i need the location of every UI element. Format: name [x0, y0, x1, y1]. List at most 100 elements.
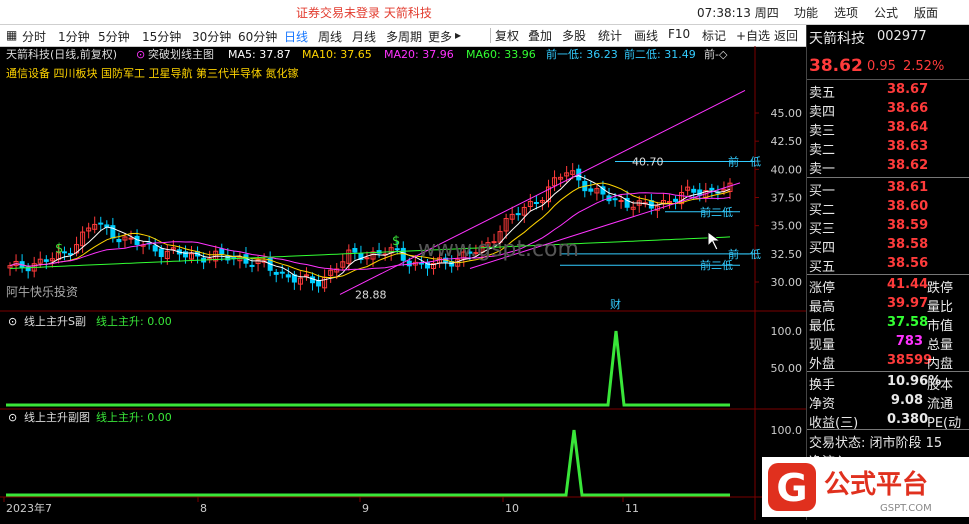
candle-body — [158, 248, 164, 258]
period-tab[interactable]: 1分钟 — [58, 28, 90, 45]
menu-bar: 功能 选项 公式 版面 — [786, 4, 946, 21]
more-arrow-icon[interactable]: ▸ — [455, 28, 461, 42]
candle-body — [316, 280, 322, 287]
multi-stock-button[interactable]: 多股 — [562, 27, 586, 44]
divider — [807, 177, 969, 178]
sub2-tick: 100.0 — [771, 424, 803, 437]
price-tick: 42.50 — [771, 135, 803, 148]
period-tab[interactable]: 月线 — [352, 28, 376, 45]
adjust-button[interactable]: 复权 — [495, 27, 519, 44]
candle-body — [279, 271, 285, 274]
sub2-title: 线上主升副图 — [24, 410, 90, 424]
ask-row-label: 卖二 — [809, 143, 836, 158]
price-tick: 35.00 — [771, 220, 803, 233]
stat-row-value: 41.44 — [887, 277, 929, 292]
candle-body — [418, 262, 424, 265]
candle-body — [128, 237, 134, 240]
period-tab[interactable]: 60分钟 — [238, 28, 277, 45]
ask-row-label: 卖一 — [809, 162, 836, 177]
quote-panel: 天箭科技 002977 38.62 0.95 2.52% 卖五 38.67 卖四 38… — [806, 25, 969, 520]
stats-button[interactable]: 统计 — [598, 27, 622, 44]
bid-row-label: 买五 — [809, 260, 836, 275]
stock-code: 002977 — [877, 29, 927, 44]
legend-more: 前-◇ — [704, 47, 728, 61]
bid-row-label: 买四 — [809, 241, 836, 256]
alert-text[interactable]: 证券交易未登录 — [296, 6, 380, 20]
sub2-value: 线上主升: 0.00 — [96, 410, 172, 424]
stat-row-extra: 内盘 — [927, 357, 954, 372]
price-tick: 45.00 — [771, 107, 803, 120]
stat2-row-extra: 流通 — [927, 397, 954, 412]
add-watchlist-button[interactable]: +自选 — [736, 27, 770, 44]
divider — [807, 371, 969, 372]
last-price: 38.62 — [809, 56, 863, 76]
x-axis-label: 10 — [505, 502, 519, 515]
candle-body — [152, 245, 158, 252]
stat-row-label: 涨停 — [809, 281, 836, 296]
stock-name: 天箭科技 — [809, 31, 865, 47]
candle-body — [515, 213, 521, 216]
menu-formula[interactable]: 公式 — [866, 4, 906, 21]
bid-row-value: 38.60 — [887, 199, 929, 214]
sub1-title: 线上主升S副 — [24, 314, 86, 328]
candle-body — [533, 202, 539, 205]
legend-ma60: MA60: 33.96 — [466, 48, 536, 61]
divider — [490, 28, 491, 43]
f10-button[interactable]: F10 — [668, 27, 690, 41]
sub2-line — [6, 429, 730, 497]
period-tab[interactable]: 5分钟 — [98, 28, 130, 45]
brand-sub: GSPT.COM — [880, 503, 932, 514]
stat-row-label: 外盘 — [809, 357, 836, 372]
chart-area[interactable]: 45.00 42.50 40.00 37.50 35.00 32.50 30.00 天箭科技(… — [0, 46, 806, 520]
price-tick: 40.00 — [771, 163, 803, 176]
kline-chart[interactable]: 45.00 42.50 40.00 37.50 35.00 32.50 30.00 天箭科技(… — [0, 46, 806, 520]
back-button[interactable]: 返回 — [774, 27, 798, 44]
signal-marker: $ — [392, 234, 400, 249]
candle-body — [285, 274, 291, 278]
price-change-pct: 2.52% — [903, 59, 945, 74]
candle-body — [352, 248, 358, 253]
bid-row-label: 买三 — [809, 222, 836, 237]
grid-icon[interactable]: ▦ — [6, 28, 17, 42]
candle-body — [364, 257, 370, 260]
top-bar: 证券交易未登录 天箭科技 07:38:13 周四 功能 选项 公式 版面 — [0, 0, 969, 25]
period-tab[interactable]: 30分钟 — [192, 28, 231, 45]
divider — [807, 429, 969, 430]
mark-button[interactable]: 标记 — [702, 27, 726, 44]
stat2-row-extra: 股本 — [927, 378, 954, 393]
stat-row-extra: 总量 — [927, 338, 954, 353]
period-tab[interactable]: 更多 — [428, 28, 452, 45]
cursor-icon — [707, 231, 722, 251]
period-tab-selected[interactable]: 日线 — [284, 28, 308, 45]
level-label: 前二低 — [700, 205, 733, 219]
x-axis-label: 9 — [362, 502, 369, 515]
stat-row-value: 39.97 — [887, 296, 929, 311]
bid-row-value: 38.58 — [887, 237, 929, 252]
ask-row-label: 卖四 — [809, 105, 836, 120]
menu-function[interactable]: 功能 — [786, 4, 826, 21]
period-tab[interactable]: 周线 — [318, 28, 342, 45]
legend-stock: 天箭科技(日线,前复权) — [6, 47, 117, 61]
menu-options[interactable]: 选项 — [826, 4, 866, 21]
signal-marker: $ — [55, 242, 63, 257]
candle-body — [249, 264, 255, 267]
menu-layout[interactable]: 版面 — [906, 4, 946, 21]
sector-tags: 通信设备 四川板块 国防军工 卫星导航 第三代半导体 氮化镓 — [6, 66, 298, 80]
candle-body — [394, 248, 400, 251]
chart-watermark: 阿牛快乐投资 — [6, 284, 78, 299]
period-tab[interactable]: 分时 — [22, 28, 46, 45]
level-label: 前一低 — [728, 154, 761, 168]
ask-row-value: 38.67 — [887, 82, 929, 97]
ask-row-label: 卖三 — [809, 124, 836, 139]
ask-row-value: 38.62 — [887, 158, 929, 173]
bid-row-label: 买一 — [809, 184, 836, 199]
login-alert[interactable]: 证券交易未登录 天箭科技 — [296, 4, 432, 21]
overlay-button[interactable]: 叠加 — [528, 27, 552, 44]
candle-body — [219, 248, 225, 255]
stat-row-extra: 量比 — [927, 300, 954, 315]
draw-line-button[interactable]: 画线 — [634, 27, 658, 44]
candle-body — [273, 271, 279, 275]
period-tab[interactable]: 15分钟 — [142, 28, 181, 45]
period-tab[interactable]: 多周期 — [386, 28, 422, 45]
period-toolbar: ▦ 分时 1分钟 5分钟 15分钟 30分钟 60分钟 日线 周线 月线 多周期… — [0, 25, 806, 47]
